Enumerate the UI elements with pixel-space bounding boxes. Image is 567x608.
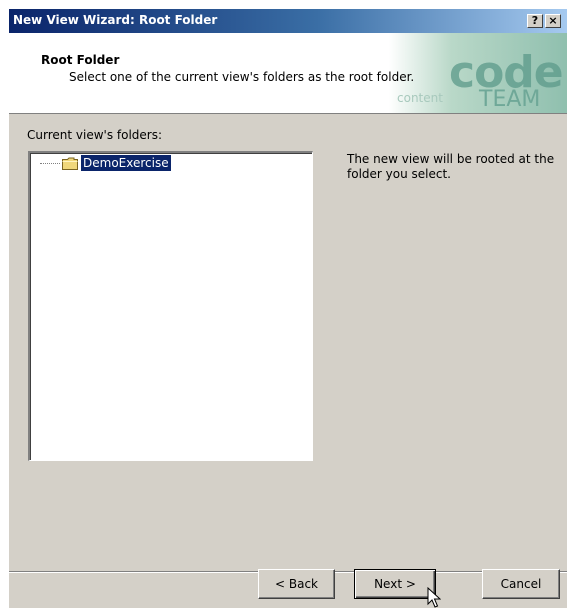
folder-icon (62, 157, 78, 170)
window-title: New View Wizard: Root Folder (13, 13, 218, 27)
brand-logo-team: TEAM (479, 87, 541, 112)
folders-label: Current view's folders: (27, 128, 163, 142)
cancel-button[interactable]: Cancel (482, 569, 560, 599)
page-subtitle: Select one of the current view's folders… (69, 70, 415, 84)
page-title: Root Folder (41, 53, 120, 67)
next-button[interactable]: Next > (354, 569, 436, 599)
help-button[interactable]: ? (527, 14, 543, 28)
mouse-pointer-icon (427, 587, 441, 608)
folder-tree[interactable]: DemoExercise (28, 151, 313, 461)
brand-logo-content: content (397, 91, 443, 105)
wizard-dialog: New View Wizard: Root Folder ? × code co… (8, 8, 567, 608)
title-bar[interactable]: New View Wizard: Root Folder ? × (9, 9, 567, 33)
description-text: The new view will be rooted at the folde… (347, 152, 555, 181)
tree-item-label[interactable]: DemoExercise (81, 155, 171, 171)
back-button[interactable]: < Back (258, 569, 335, 599)
close-button[interactable]: × (545, 14, 561, 28)
wizard-header: code content TEAM Root Folder Select one… (9, 33, 567, 114)
tree-connector-line (40, 163, 60, 164)
